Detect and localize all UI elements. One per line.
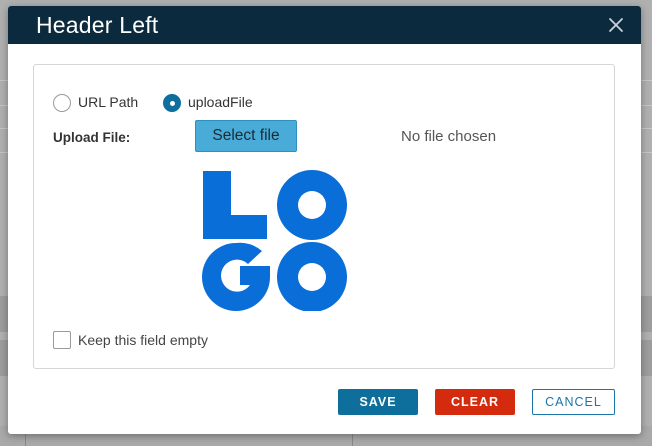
dialog-title: Header Left [36,12,159,38]
url-path-radio[interactable]: URL Path [53,93,145,113]
save-button[interactable]: SAVE [338,389,418,415]
clear-button[interactable]: CLEAR [435,389,515,415]
radio-button-checked[interactable] [163,94,181,112]
upload-file-label: Upload File: [53,130,131,145]
header-left-dialog: Header Left URL Path uploadFile Upload F… [8,6,641,434]
keep-empty-label: Keep this field empty [78,332,208,348]
radio-label: URL Path [78,94,139,110]
radio-button-unchecked[interactable] [53,94,71,112]
dialog-header: Header Left [8,6,641,44]
keep-empty-checkbox[interactable] [53,331,71,349]
file-status-text: No file chosen [401,128,497,145]
cancel-button[interactable]: CANCEL [532,389,615,415]
close-icon [609,18,623,32]
radio-label: uploadFile [188,94,253,110]
logo-preview-image [202,170,347,311]
upload-file-radio[interactable]: uploadFile [163,93,263,113]
select-file-button[interactable]: Select file [195,120,297,152]
close-button[interactable] [605,14,627,36]
image-source-panel: URL Path uploadFile Upload File: Select … [33,64,615,369]
